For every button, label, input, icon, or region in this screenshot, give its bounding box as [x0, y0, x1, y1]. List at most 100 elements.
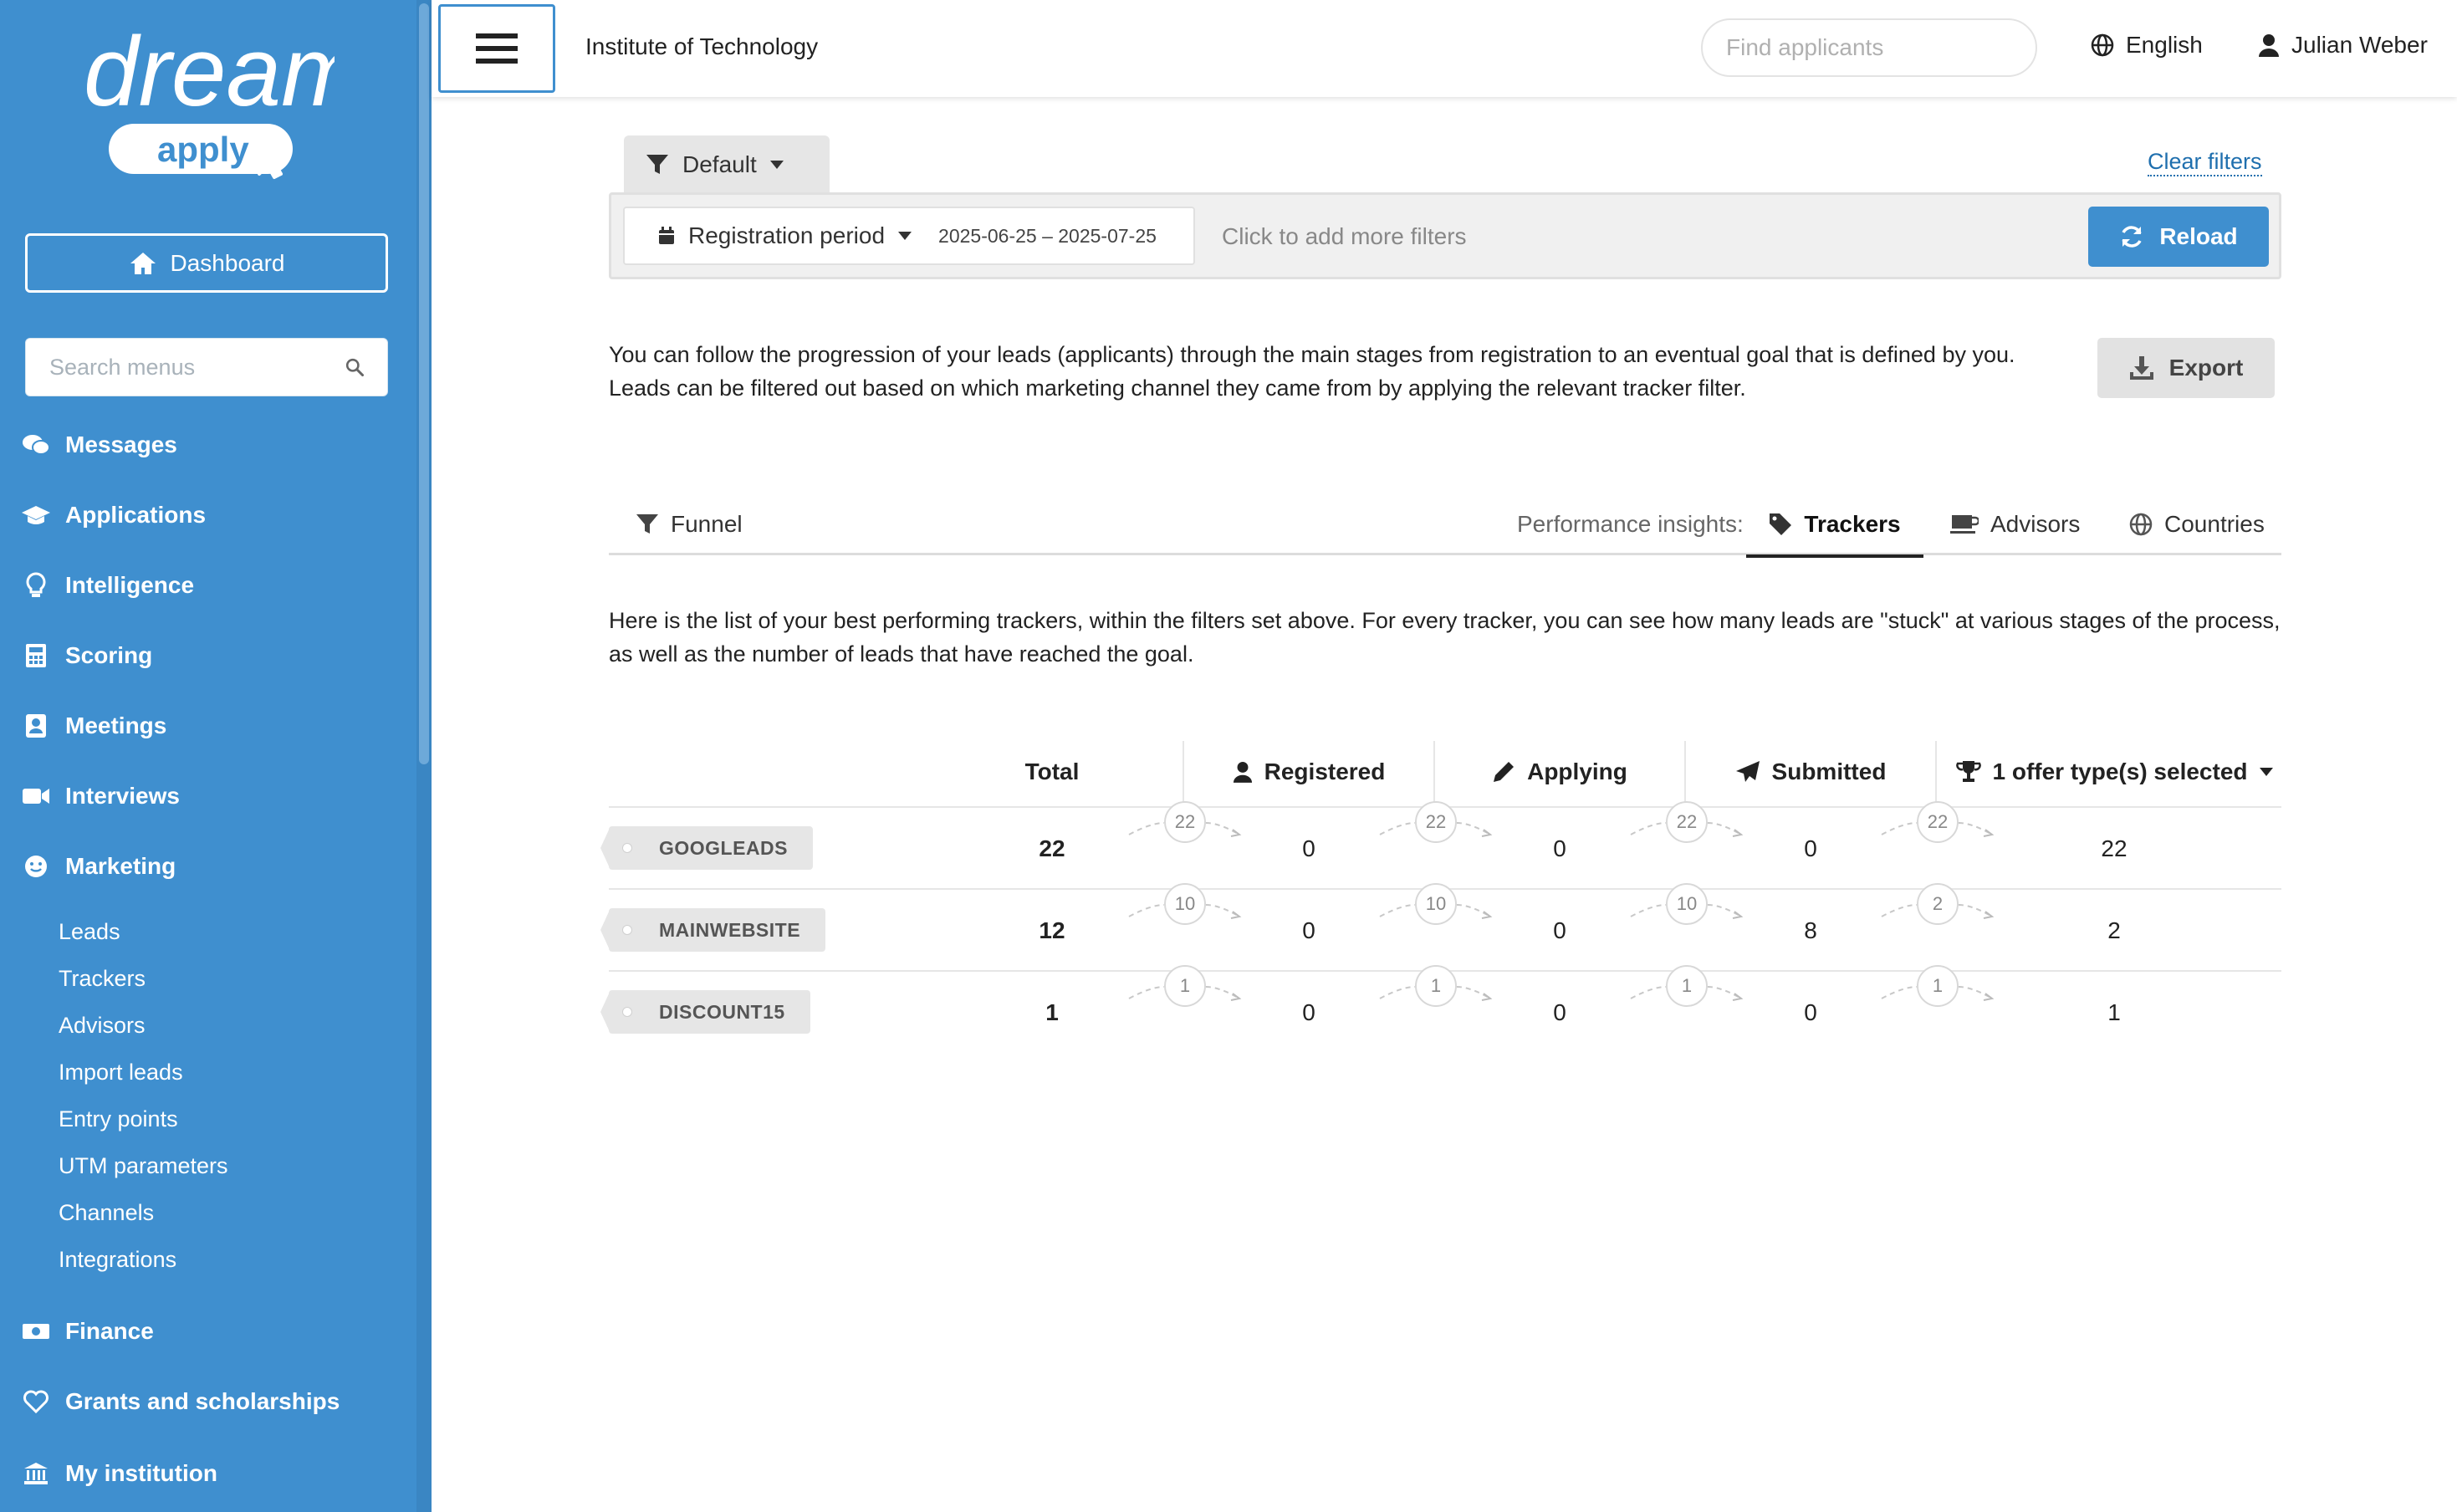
cell-total: 22 [1039, 835, 1065, 861]
user-menu[interactable]: Julian Weber [2258, 32, 2428, 59]
hamburger-icon [476, 33, 518, 64]
smile-icon [22, 852, 50, 881]
table-header: Total Registered Applying Submitted 1 of… [609, 736, 2281, 808]
clear-filters-link[interactable]: Clear filters [2148, 149, 2262, 176]
user-name: Julian Weber [2291, 32, 2428, 58]
video-camera-icon [22, 782, 50, 810]
filter-preset-dropdown[interactable]: Default [624, 135, 830, 194]
tab-funnel-label: Funnel [671, 511, 743, 537]
sidebar-item-my-institution[interactable]: My institution [22, 1455, 217, 1492]
goal-offer-type-dropdown[interactable]: 1 offer type(s) selected [1947, 736, 2281, 808]
sidebar-item-finance[interactable]: Finance [22, 1313, 154, 1350]
sidebar-subitem-advisors[interactable]: Advisors [59, 1009, 146, 1042]
sidebar-subitem-import-leads[interactable]: Import leads [59, 1055, 183, 1089]
sidebar-subitem-entry-points[interactable]: Entry points [59, 1102, 178, 1136]
tab-advisors[interactable]: Advisors [1950, 493, 2080, 555]
user-icon [1233, 762, 1252, 783]
refresh-icon [2122, 226, 2142, 248]
tracker-tag[interactable]: GOOGLEADS [600, 826, 814, 870]
trackers-table: Total Registered Applying Submitted 1 of… [600, 736, 2281, 1054]
chevron-down-icon [898, 232, 912, 240]
money-icon [22, 1317, 50, 1346]
table-row: MAINWEBSITE 12 10 0 10 0 10 8 2 2 [600, 883, 2281, 972]
logo-subtext: apply [157, 130, 249, 169]
column-submitted: Submitted [1686, 736, 1935, 808]
filter-preset-label: Default [682, 151, 757, 177]
sidebar-item-applications[interactable]: Applications [22, 497, 206, 534]
sidebar-item-label: Interviews [65, 783, 180, 809]
menu-toggle-button[interactable] [438, 4, 555, 93]
sidebar-scrollbar-thumb[interactable] [419, 3, 429, 764]
sidebar-item-interviews[interactable]: Interviews [22, 778, 180, 815]
globe-icon [2129, 513, 2153, 536]
sidebar-item-label: Marketing [65, 853, 176, 879]
column-submitted-label: Submitted [1771, 759, 1887, 784]
contact-card-icon [22, 712, 50, 740]
sidebar-subitem-utm-parameters[interactable]: UTM parameters [59, 1149, 228, 1183]
sidebar-item-label: Messages [65, 432, 177, 457]
menu-search-field[interactable] [25, 338, 388, 396]
cell-goal: 22 [2101, 835, 2128, 861]
comments-icon [22, 431, 50, 459]
tab-trackers-label: Trackers [1804, 510, 1901, 537]
home-icon [130, 252, 156, 274]
paper-plane-icon [1735, 761, 1760, 782]
tracker-tag[interactable]: MAINWEBSITE [600, 908, 826, 952]
export-button[interactable]: Export [2097, 338, 2275, 398]
filter-bar: Registration period 2025-06-25 – 2025-07… [609, 192, 2281, 279]
sidebar-item-label: Scoring [65, 642, 153, 668]
sidebar-subitem-trackers[interactable]: Trackers [59, 962, 146, 995]
sidebar-item-scoring[interactable]: Scoring [22, 637, 152, 674]
menu-search-input[interactable] [49, 354, 345, 381]
tab-countries-label: Countries [2164, 511, 2265, 537]
sidebar-item-intelligence[interactable]: Intelligence [22, 567, 194, 604]
applicant-search-input[interactable] [1726, 34, 2028, 61]
tracker-name: GOOGLEADS [659, 836, 789, 859]
tracker-name: DISCOUNT15 [659, 1000, 785, 1023]
institution-icon [22, 1459, 50, 1488]
sidebar-scrollbar[interactable] [416, 0, 432, 1512]
chevron-down-icon [2259, 768, 2273, 776]
reload-label: Reload [2159, 223, 2238, 249]
applicant-search-field[interactable] [1701, 18, 2037, 77]
performance-insights-label: Performance insights: [1517, 511, 1744, 537]
sidebar-item-label: Intelligence [65, 572, 195, 598]
dreamapply-logo[interactable]: dream apply [84, 15, 363, 191]
sidebar-subitem-channels[interactable]: Channels [59, 1196, 154, 1229]
trackers-description: Here is the list of your best performing… [609, 608, 2281, 667]
registration-period-filter[interactable]: Registration period 2025-06-25 – 2025-07… [623, 207, 1195, 265]
sidebar-item-marketing[interactable]: Marketing [22, 848, 176, 885]
language-selector[interactable]: English [2091, 32, 2203, 59]
topbar: Institute of Technology English Julian W… [432, 0, 2457, 97]
sidebar-item-messages[interactable]: Messages [22, 427, 177, 463]
search-icon[interactable] [345, 355, 364, 380]
sidebar-item-grants[interactable]: Grants and scholarships [22, 1383, 340, 1420]
column-applying-label: Applying [1527, 759, 1627, 784]
column-registered-label: Registered [1264, 759, 1386, 784]
language-label: English [2126, 32, 2203, 58]
sidebar: dream apply Dashboard Messages Applicati… [0, 0, 432, 1512]
sidebar-item-meetings[interactable]: Meetings [22, 707, 166, 744]
sidebar-subitem-leads[interactable]: Leads [59, 915, 120, 948]
reload-button[interactable]: Reload [2088, 207, 2269, 267]
tracker-tag[interactable]: DISCOUNT15 [600, 990, 810, 1034]
column-applying: Applying [1435, 736, 1684, 808]
sidebar-item-label: My institution [65, 1460, 217, 1486]
dashboard-button[interactable]: Dashboard [25, 233, 388, 293]
tab-funnel[interactable]: Funnel [636, 493, 743, 555]
filter-icon [646, 155, 668, 174]
sidebar-item-label: Meetings [65, 713, 167, 738]
pencil-icon [1494, 762, 1515, 782]
tab-advisors-label: Advisors [1990, 511, 2081, 537]
tab-countries[interactable]: Countries [2129, 493, 2265, 555]
tab-trackers[interactable]: Trackers [1746, 493, 1923, 558]
cell-total: 12 [1039, 917, 1065, 943]
sidebar-subitem-integrations[interactable]: Integrations [59, 1243, 176, 1276]
coffee-icon [1950, 515, 1979, 534]
column-registered: Registered [1184, 736, 1433, 808]
intro-text: You can follow the progression of your l… [609, 342, 2015, 401]
add-filters-input[interactable]: Click to add more filters [1222, 223, 1467, 250]
calculator-icon [22, 641, 50, 670]
period-dates[interactable]: 2025-06-25 – 2025-07-25 [938, 225, 1157, 248]
download-icon [2129, 356, 2153, 380]
